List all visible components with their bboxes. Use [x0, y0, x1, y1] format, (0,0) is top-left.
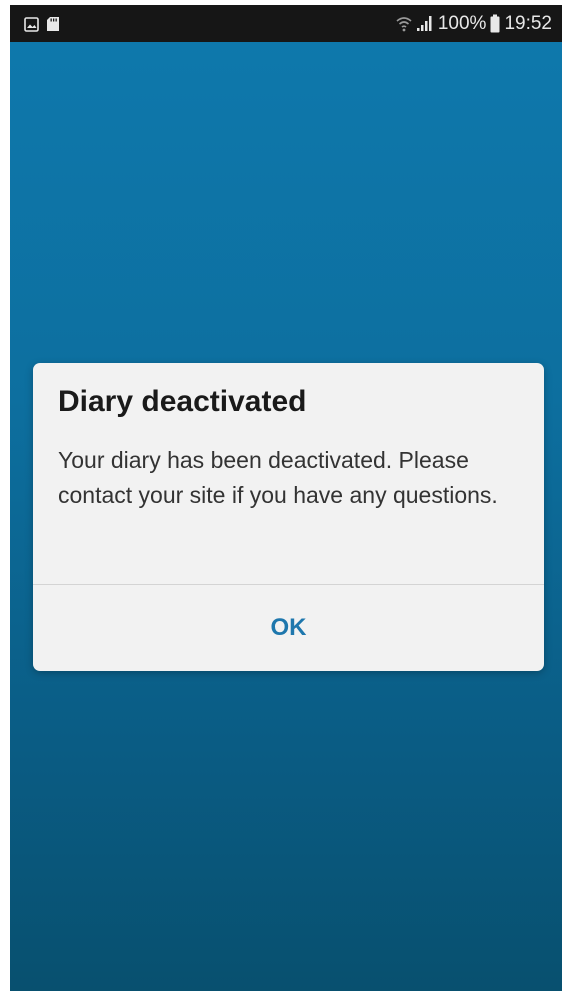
picture-icon: [24, 16, 39, 32]
dialog-message: Your diary has been deactivated. Please …: [58, 447, 498, 508]
signal-icon: [416, 15, 434, 32]
battery-percent: 100%: [437, 13, 487, 34]
clock: 19:52: [504, 13, 552, 34]
ok-button[interactable]: OK: [33, 585, 544, 671]
phone-screen: 100% 19:52 Diary deactivated Your diary …: [10, 5, 562, 991]
sd-card-icon: [46, 16, 60, 32]
status-bar-right: 100% 19:52: [396, 5, 552, 42]
battery-icon: [490, 14, 500, 33]
status-bar: 100% 19:52: [10, 5, 562, 42]
dialog-title: Diary deactivated: [58, 385, 307, 418]
deactivated-dialog: Diary deactivated Your diary has been de…: [33, 363, 544, 671]
status-bar-left: [24, 15, 60, 33]
wifi-icon: [396, 15, 412, 33]
